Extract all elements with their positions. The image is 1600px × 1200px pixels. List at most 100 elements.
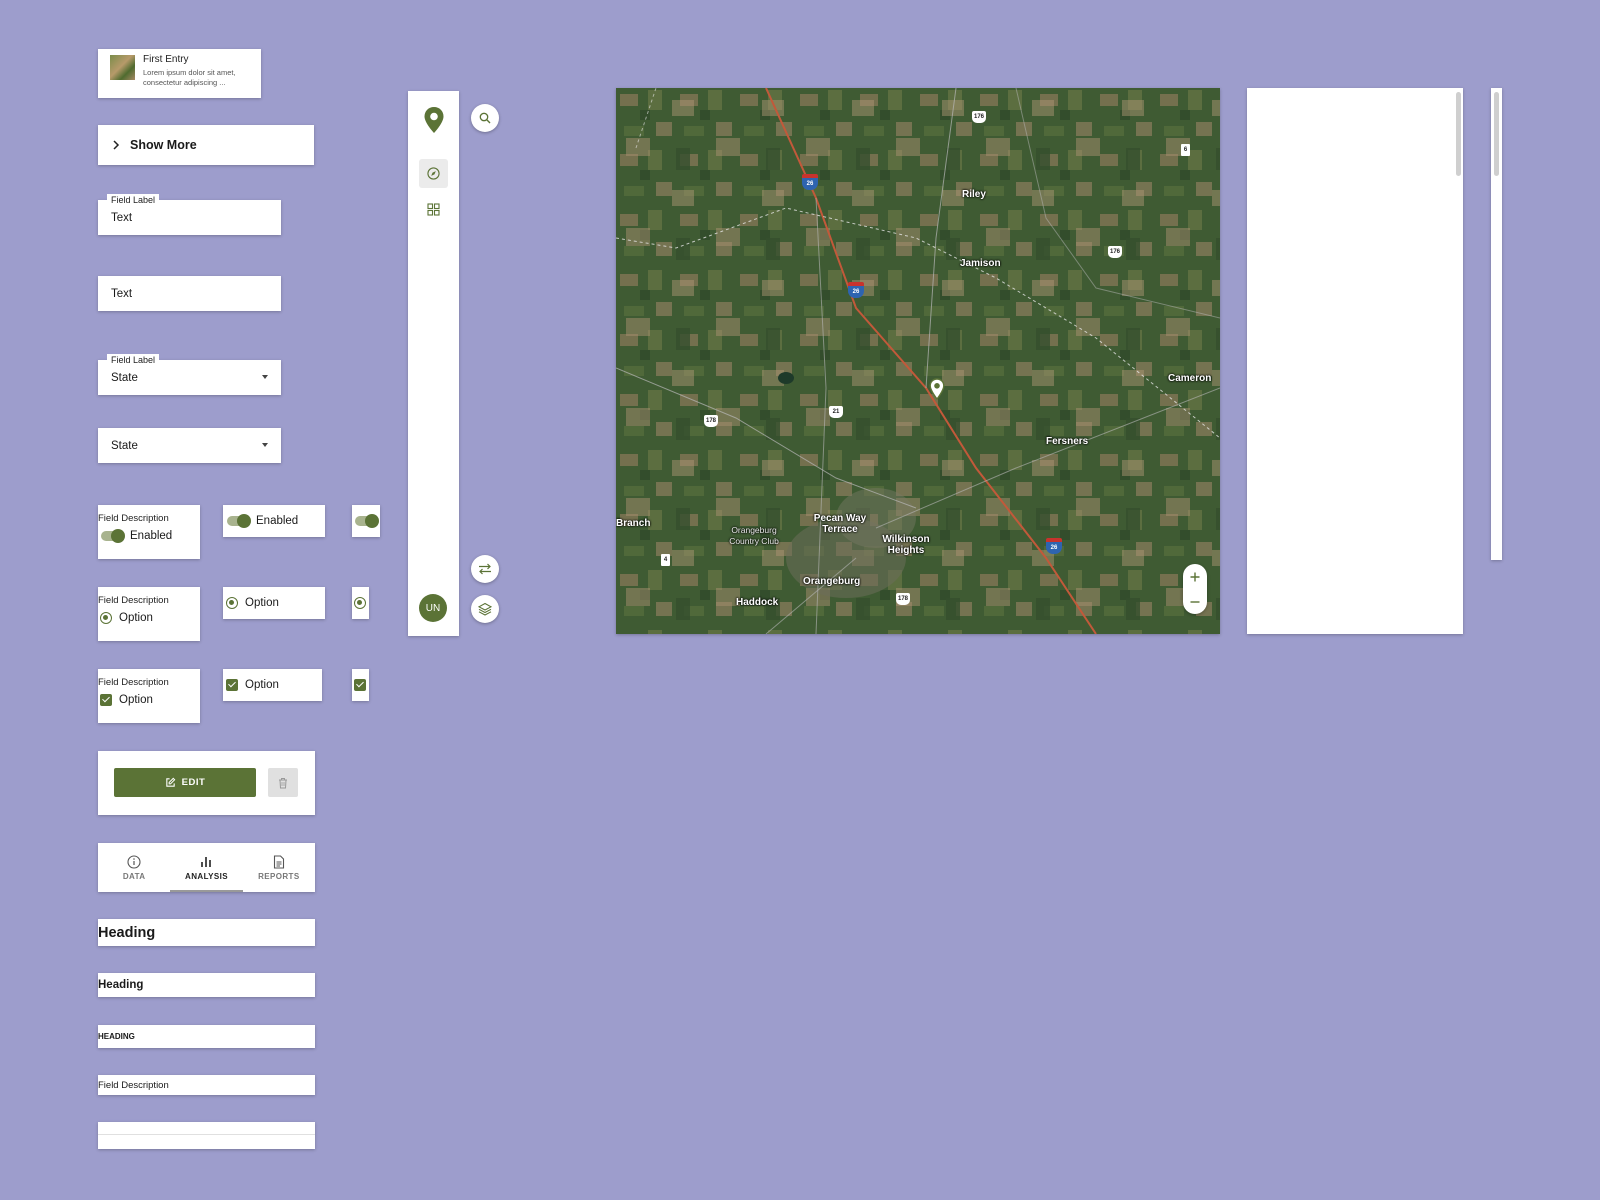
radio-control[interactable]: Option (98, 612, 200, 624)
checkbox-control[interactable]: Option (98, 694, 200, 706)
us-route-shield: 21 (829, 406, 843, 418)
minus-icon (1190, 600, 1200, 603)
heading-small: HEADING (98, 1025, 315, 1048)
radio-only[interactable] (352, 587, 369, 619)
zoom-out-button[interactable] (1190, 597, 1200, 607)
tab-analysis[interactable]: ANALYSIS (170, 843, 243, 892)
avatar[interactable]: UN (419, 594, 447, 622)
edit-icon (165, 777, 176, 788)
radio-description: Field Description (98, 595, 169, 606)
scrollbar-track (1491, 88, 1502, 560)
map-marker-icon[interactable] (929, 378, 945, 400)
field-description-text: Field Description (98, 1075, 315, 1095)
map-sidebar: UN (408, 91, 459, 636)
scrollbar-thumb[interactable] (1494, 92, 1499, 176)
toggle-with-description: Field Description Enabled (98, 505, 200, 559)
checkbox[interactable] (226, 679, 238, 691)
tab-label: ANALYSIS (185, 871, 228, 881)
select-field-label: Field Label (107, 354, 160, 366)
grid-icon (427, 203, 440, 216)
show-more-button[interactable]: Show More (98, 125, 314, 165)
toggle-description: Field Description (98, 513, 169, 524)
toggle-switch[interactable] (355, 514, 379, 528)
swap-arrows-icon (478, 563, 492, 575)
swap-button[interactable] (471, 555, 499, 583)
radio-button[interactable] (226, 597, 238, 609)
checkbox-inline[interactable]: Option (223, 669, 322, 701)
tab-bar: DATA ANALYSIS REPORTS (98, 843, 315, 892)
plain-state-select[interactable]: State (98, 428, 281, 463)
entry-thumbnail (110, 55, 135, 80)
select-value: State (111, 439, 138, 452)
heading-large: Heading (98, 919, 315, 946)
compass-icon (427, 167, 440, 180)
entry-description: Lorem ipsum dolor sit amet, consectetur … (143, 68, 236, 87)
radio-label: Option (119, 612, 153, 624)
us-route-shield: 176 (972, 111, 986, 123)
layers-button[interactable] (471, 595, 499, 623)
interstate-shield: 26 (1046, 538, 1062, 554)
select-value: State (111, 371, 138, 384)
edit-button[interactable]: EDIT (114, 768, 256, 797)
divider-card (98, 1122, 315, 1149)
zoom-in-button[interactable] (1190, 572, 1200, 582)
heading-medium: Heading (98, 973, 315, 997)
search-button[interactable] (471, 104, 499, 132)
map-pin-icon (423, 106, 445, 134)
side-panel (1247, 88, 1463, 634)
place-label: Branch (616, 518, 651, 529)
us-route-shield: 178 (704, 415, 718, 427)
satellite-map[interactable]: Riley Jamison Cameron Fersners Branch Pe… (616, 88, 1220, 634)
radio-inline[interactable]: Option (223, 587, 325, 619)
place-label: Cameron (1168, 373, 1212, 384)
toggle-switch[interactable] (101, 529, 125, 543)
place-label: Pecan Way Terrace (813, 513, 867, 535)
us-route-shield: 178 (896, 593, 910, 605)
checkbox-only[interactable] (352, 669, 369, 701)
text-field-value: Text (111, 287, 133, 300)
tab-data[interactable]: DATA (98, 843, 170, 892)
entry-card[interactable]: First Entry Lorem ipsum dolor sit amet, … (98, 49, 261, 98)
tab-reports[interactable]: REPORTS (243, 843, 315, 892)
radio-button[interactable] (354, 597, 366, 609)
toggle-label: Enabled (130, 530, 173, 542)
checkbox-description: Field Description (98, 677, 169, 688)
toggle-label: Enabled (256, 515, 299, 527)
edit-action-card: EDIT (98, 751, 315, 815)
bar-chart-icon (199, 855, 213, 869)
state-route-shield: 6 (1181, 144, 1190, 156)
place-label: Haddock (736, 597, 779, 608)
panel-scrollbar[interactable] (1456, 92, 1461, 176)
interstate-shield: 26 (848, 282, 864, 298)
plus-icon (1190, 572, 1200, 581)
edit-label: EDIT (181, 777, 206, 788)
checkbox[interactable] (354, 679, 366, 691)
toggle-control[interactable]: Enabled (98, 529, 200, 543)
delete-button[interactable] (268, 768, 298, 797)
checkbox-label: Option (245, 679, 279, 691)
sidebar-item-dashboard[interactable] (419, 195, 448, 224)
map-pin-logo[interactable] (419, 105, 448, 134)
text-field-label: Field Label (107, 194, 160, 206)
sidebar-item-explore[interactable] (419, 159, 448, 188)
entry-title: First Entry (143, 54, 189, 65)
place-label: Jamison (960, 258, 1001, 269)
zoom-control (1183, 564, 1207, 614)
text-field-value: Text (111, 211, 133, 224)
place-label: Fersners (1046, 436, 1089, 447)
divider (98, 1134, 315, 1135)
toggle-switch[interactable] (227, 514, 251, 528)
show-more-label: Show More (130, 138, 197, 152)
state-route-shield: 4 (661, 554, 670, 566)
interstate-shield: 26 (802, 174, 818, 190)
toggle-inline[interactable]: Enabled (223, 505, 325, 537)
radio-label: Option (245, 597, 279, 609)
document-icon (273, 854, 285, 869)
toggle-only[interactable] (352, 505, 380, 537)
info-icon (127, 854, 141, 869)
radio-with-description: Field Description Option (98, 587, 200, 641)
plain-text-field[interactable]: Text (98, 276, 281, 311)
us-route-shield: 176 (1108, 246, 1122, 258)
radio-button[interactable] (100, 612, 112, 624)
checkbox[interactable] (100, 694, 112, 706)
